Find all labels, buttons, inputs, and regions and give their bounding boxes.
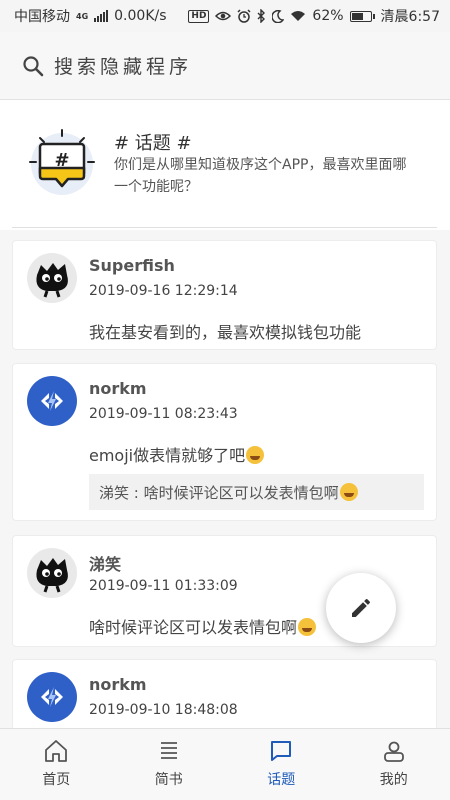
grinning-emoji-icon: [298, 618, 317, 636]
grinning-emoji-icon: [339, 483, 358, 501]
clock: 清晨6:57: [380, 9, 440, 25]
avatar[interactable]: [27, 672, 77, 722]
avatar[interactable]: [27, 253, 77, 303]
eye-icon: [215, 11, 232, 21]
nav-item-profile[interactable]: 我的: [338, 729, 450, 800]
laughing-emoji-icon: [246, 446, 265, 464]
nav-label: 简书: [154, 772, 183, 788]
network-speed: 0.00K/s: [114, 8, 167, 24]
comment-text: 我在基安看到的，最喜欢模拟钱包功能: [89, 323, 362, 342]
topic-description: 你们是从哪里知道极序这个APP，最喜欢里面哪一个功能呢？: [114, 157, 407, 195]
comment-text: emoji做表情就够了吧: [89, 446, 246, 465]
bluetooth-icon: [257, 9, 266, 23]
quoted-reply[interactable]: 涕笑 : 啥时候评论区可以发表情包啊: [89, 474, 424, 510]
search-placeholder[interactable]: 搜索隐藏程序: [54, 52, 192, 79]
moon-icon: [272, 9, 285, 23]
comment-username[interactable]: 涕笑: [89, 551, 121, 575]
nav-label: 我的: [379, 772, 408, 788]
home-icon: [45, 740, 68, 762]
alarm-icon: [237, 9, 251, 23]
status-right: HD 62% 清晨6:57: [188, 6, 440, 26]
black-creature-avatar-icon: [27, 548, 77, 598]
nav-item-jianshu[interactable]: 简书: [113, 729, 226, 800]
comment-time: 2019-09-11 08:23:43: [89, 406, 238, 422]
pencil-icon: [352, 598, 371, 617]
topic-hashtag-icon: #: [29, 129, 95, 195]
hd-icon: HD: [188, 9, 210, 23]
blue-logo-avatar-icon: [27, 672, 77, 722]
comment-text-row: 啥时候评论区可以发表情包啊: [89, 614, 317, 638]
comment-username[interactable]: Superfish: [89, 256, 175, 275]
comment-card[interactable]: Superfish 2019-09-16 12:29:14 我在基安看到的，最喜…: [12, 240, 437, 350]
network-type: 4G: [76, 11, 89, 21]
topic-title: # 话题 #: [114, 133, 192, 154]
black-creature-avatar-icon: [27, 253, 77, 303]
chat-icon: [271, 741, 292, 761]
profile-icon: [383, 741, 404, 762]
comment-username[interactable]: norkm: [89, 675, 147, 694]
quoted-reply-text: 涕笑 : 啥时候评论区可以发表情包啊: [99, 483, 339, 502]
battery-icon: [349, 10, 375, 22]
avatar[interactable]: [27, 548, 77, 598]
nav-label: 话题: [267, 772, 296, 788]
signal-icon: [94, 10, 109, 22]
search-bar[interactable]: 搜索隐藏程序: [0, 32, 450, 100]
comment-text-row: emoji做表情就够了吧: [89, 442, 265, 466]
battery-percent: 62%: [312, 8, 344, 24]
carrier-label: 中国移动: [14, 9, 70, 25]
search-icon: [23, 55, 44, 76]
list-icon: [160, 742, 177, 759]
avatar[interactable]: [27, 376, 77, 426]
status-bar: 中国移动 4G 0.00K/s HD 62% 清晨6:57: [0, 0, 450, 32]
nav-item-topics[interactable]: 话题: [225, 729, 338, 800]
comment-username[interactable]: norkm: [89, 379, 147, 398]
comment-time: 2019-09-10 18:48:08: [89, 702, 238, 718]
nav-label: 首页: [42, 772, 71, 788]
status-left: 中国移动 4G 0.00K/s: [14, 6, 167, 26]
comment-text: 啥时候评论区可以发表情包啊: [89, 618, 298, 637]
comment-card[interactable]: norkm 2019-09-10 18:48:08: [12, 659, 437, 728]
topic-icon-glyph: #: [54, 150, 69, 171]
comment-card[interactable]: norkm 2019-09-11 08:23:43 emoji做表情就够了吧 涕…: [12, 363, 437, 521]
comment-list[interactable]: Superfish 2019-09-16 12:29:14 我在基安看到的，最喜…: [0, 238, 450, 728]
bottom-nav: 首页 简书 话题 我的: [0, 728, 450, 800]
topic-divider: [12, 227, 437, 228]
wifi-icon: [291, 11, 306, 21]
comment-time: 2019-09-11 01:33:09: [89, 578, 238, 594]
blue-logo-avatar-icon: [27, 376, 77, 426]
nav-item-home[interactable]: 首页: [0, 729, 113, 800]
comment-time: 2019-09-16 12:29:14: [89, 283, 238, 299]
compose-button[interactable]: [326, 573, 396, 643]
